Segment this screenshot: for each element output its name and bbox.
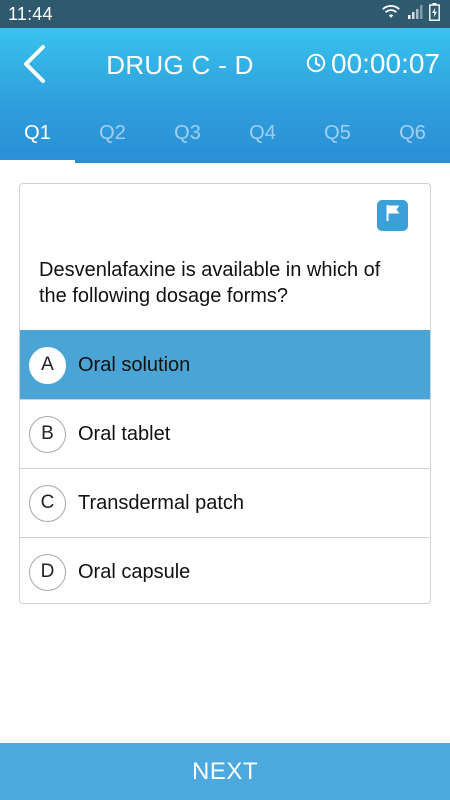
- tab-q3[interactable]: Q3: [150, 114, 225, 163]
- header: DRUG C - D 00:00:07 Q1 Q2 Q3 Q4 Q5 Q6: [0, 28, 450, 163]
- question-text: Desvenlafaxine is available in which of …: [39, 259, 381, 307]
- answer-options: A Oral solution B Oral tablet C Transder…: [20, 330, 430, 603]
- back-button[interactable]: [14, 44, 54, 88]
- flag-icon: [385, 204, 401, 227]
- tab-q1[interactable]: Q1: [0, 114, 75, 163]
- option-letter: B: [29, 415, 66, 453]
- next-button[interactable]: NEXT: [0, 743, 450, 800]
- option-b[interactable]: B Oral tablet: [20, 399, 430, 468]
- clock-icon: [306, 48, 326, 80]
- option-a[interactable]: A Oral solution: [20, 330, 430, 399]
- option-text: Oral capsule: [78, 560, 191, 583]
- question-card: Desvenlafaxine is available in which of …: [19, 183, 431, 604]
- status-time: 11:44: [8, 3, 53, 24]
- signal-icon: [407, 4, 423, 25]
- chevron-left-icon: [21, 44, 47, 89]
- option-letter: A: [29, 346, 66, 384]
- option-letter: D: [29, 553, 66, 591]
- option-text: Oral tablet: [78, 422, 171, 445]
- timer: 00:00:07: [306, 48, 440, 80]
- tab-q5[interactable]: Q5: [300, 114, 375, 163]
- flag-button[interactable]: [377, 200, 408, 231]
- page-title: DRUG C - D: [106, 50, 254, 80]
- timer-value: 00:00:07: [331, 48, 440, 79]
- tab-q6[interactable]: Q6: [375, 114, 450, 163]
- status-bar: 11:44: [0, 0, 450, 28]
- option-letter: C: [29, 484, 66, 522]
- option-d[interactable]: D Oral capsule: [20, 537, 430, 603]
- option-text: Transdermal patch: [78, 491, 244, 514]
- battery-charging-icon: [429, 2, 440, 26]
- wifi-icon: [381, 4, 401, 25]
- option-text: Oral solution: [78, 353, 191, 376]
- tab-q4[interactable]: Q4: [225, 114, 300, 163]
- tab-q2[interactable]: Q2: [75, 114, 150, 163]
- question-tabs: Q1 Q2 Q3 Q4 Q5 Q6: [0, 114, 450, 163]
- option-c[interactable]: C Transdermal patch: [20, 468, 430, 537]
- status-icons: [381, 2, 440, 26]
